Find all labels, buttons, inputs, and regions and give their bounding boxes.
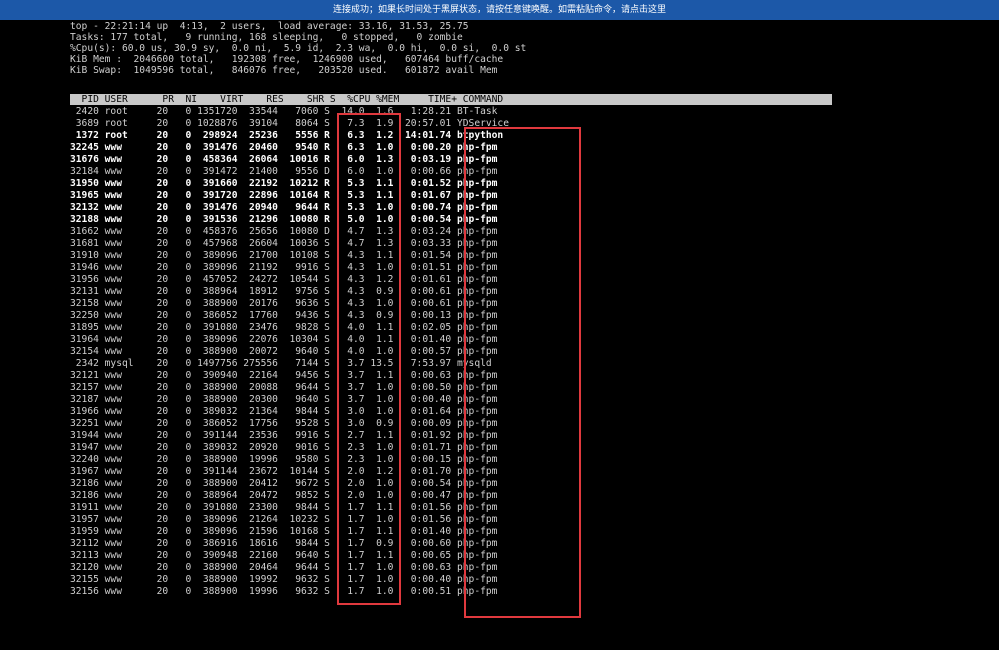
table-row: 32158 www 20 0 388900 20176 9636 S 4.3 1… bbox=[70, 298, 498, 309]
table-row: 31676 www 20 0 458364 26064 10016 R 6.0 … bbox=[70, 154, 498, 165]
table-row: 31681 www 20 0 457968 26604 10036 S 4.7 … bbox=[70, 238, 498, 249]
table-row: 31957 www 20 0 389096 21264 10232 S 1.7 … bbox=[70, 514, 498, 525]
uptime-line: top - 22:21:14 up 4:13, 2 users, load av… bbox=[70, 21, 469, 32]
table-row: 31910 www 20 0 389096 21700 10108 S 4.3 … bbox=[70, 250, 498, 261]
paste-hint-banner[interactable]: 连接成功；如果长时间处于黑屏状态，请按任意键唤醒。如需粘贴命令，请点击这里 bbox=[0, 0, 999, 20]
top-summary: top - 22:21:14 up 4:13, 2 users, load av… bbox=[70, 21, 526, 76]
table-row: 31662 www 20 0 458376 25656 10080 D 4.7 … bbox=[70, 226, 498, 237]
table-row: 31944 www 20 0 391144 23536 9916 S 2.7 1… bbox=[70, 430, 498, 441]
table-row: 32131 www 20 0 388964 18912 9756 S 4.3 0… bbox=[70, 286, 498, 297]
table-row: 32184 www 20 0 391472 21400 9556 D 6.0 1… bbox=[70, 166, 498, 177]
table-row: 32120 www 20 0 388900 20464 9644 S 1.7 1… bbox=[70, 562, 498, 573]
table-row: 31967 www 20 0 391144 23672 10144 S 2.0 … bbox=[70, 466, 498, 477]
cpu-line: %Cpu(s): 60.0 us, 30.9 sy, 0.0 ni, 5.9 i… bbox=[70, 43, 527, 54]
table-row: 31950 www 20 0 391660 22192 10212 R 5.3 … bbox=[70, 178, 498, 189]
table-row: 32186 www 20 0 388900 20412 9672 S 2.0 1… bbox=[70, 478, 498, 489]
table-row: 32132 www 20 0 391476 20940 9644 R 5.3 1… bbox=[70, 202, 498, 213]
table-row: 32187 www 20 0 388900 20300 9640 S 3.7 1… bbox=[70, 394, 498, 405]
table-row: 31965 www 20 0 391720 22896 10164 R 5.3 … bbox=[70, 190, 498, 201]
swap-line: KiB Swap: 1049596 total, 846076 free, 20… bbox=[70, 65, 498, 76]
mem-line: KiB Mem : 2046600 total, 192308 free, 12… bbox=[70, 54, 504, 65]
table-row: 2342 mysql 20 0 1497756 275556 7144 S 3.… bbox=[70, 358, 492, 369]
table-row: 1372 root 20 0 298924 25236 5556 R 6.3 1… bbox=[70, 130, 504, 141]
table-row: 31911 www 20 0 391080 23300 9844 S 1.7 1… bbox=[70, 502, 498, 513]
table-row: 31947 www 20 0 389032 20920 9016 S 2.3 1… bbox=[70, 442, 498, 453]
table-row: 32250 www 20 0 386052 17760 9436 S 4.3 0… bbox=[70, 310, 498, 321]
table-row: 31946 www 20 0 389096 21192 9916 S 4.3 1… bbox=[70, 262, 498, 273]
table-row: 32156 www 20 0 388900 19996 9632 S 1.7 1… bbox=[70, 586, 498, 597]
table-row: 32188 www 20 0 391536 21296 10080 R 5.0 … bbox=[70, 214, 498, 225]
table-row: 32112 www 20 0 386916 18616 9844 S 1.7 0… bbox=[70, 538, 498, 549]
table-row: 32113 www 20 0 390948 22160 9640 S 1.7 1… bbox=[70, 550, 498, 561]
table-row: 3689 root 20 0 1028876 39104 8064 S 7.3 … bbox=[70, 118, 509, 129]
table-row: 32251 www 20 0 386052 17756 9528 S 3.0 0… bbox=[70, 418, 498, 429]
table-row: 31959 www 20 0 389096 21596 10168 S 1.7 … bbox=[70, 526, 498, 537]
tasks-line: Tasks: 177 total, 9 running, 168 sleepin… bbox=[70, 32, 463, 43]
table-row: 32186 www 20 0 388964 20472 9852 S 2.0 1… bbox=[70, 490, 498, 501]
table-row: 32154 www 20 0 388900 20072 9640 S 4.0 1… bbox=[70, 346, 498, 357]
table-row: 31964 www 20 0 389096 22076 10304 S 4.0 … bbox=[70, 334, 498, 345]
table-row: 32155 www 20 0 388900 19992 9632 S 1.7 1… bbox=[70, 574, 498, 585]
table-row: 32245 www 20 0 391476 20460 9540 R 6.3 1… bbox=[70, 142, 498, 153]
table-row: 2420 root 20 0 1351720 33544 7060 S 14.0… bbox=[70, 106, 498, 117]
table-row: 31956 www 20 0 457052 24272 10544 S 4.3 … bbox=[70, 274, 498, 285]
table-row: 31966 www 20 0 389032 21364 9844 S 3.0 1… bbox=[70, 406, 498, 417]
table-row: 32157 www 20 0 388900 20088 9644 S 3.7 1… bbox=[70, 382, 498, 393]
process-table-header: PID USER PR NI VIRT RES SHR S %CPU %MEM … bbox=[70, 94, 504, 105]
table-row: 32240 www 20 0 388900 19996 9580 S 2.3 1… bbox=[70, 454, 498, 465]
table-row: 32121 www 20 0 390940 22164 9456 S 3.7 1… bbox=[70, 370, 498, 381]
process-table: 2420 root 20 0 1351720 33544 7060 S 14.0… bbox=[70, 106, 509, 598]
table-row: 31895 www 20 0 391080 23476 9828 S 4.0 1… bbox=[70, 322, 498, 333]
